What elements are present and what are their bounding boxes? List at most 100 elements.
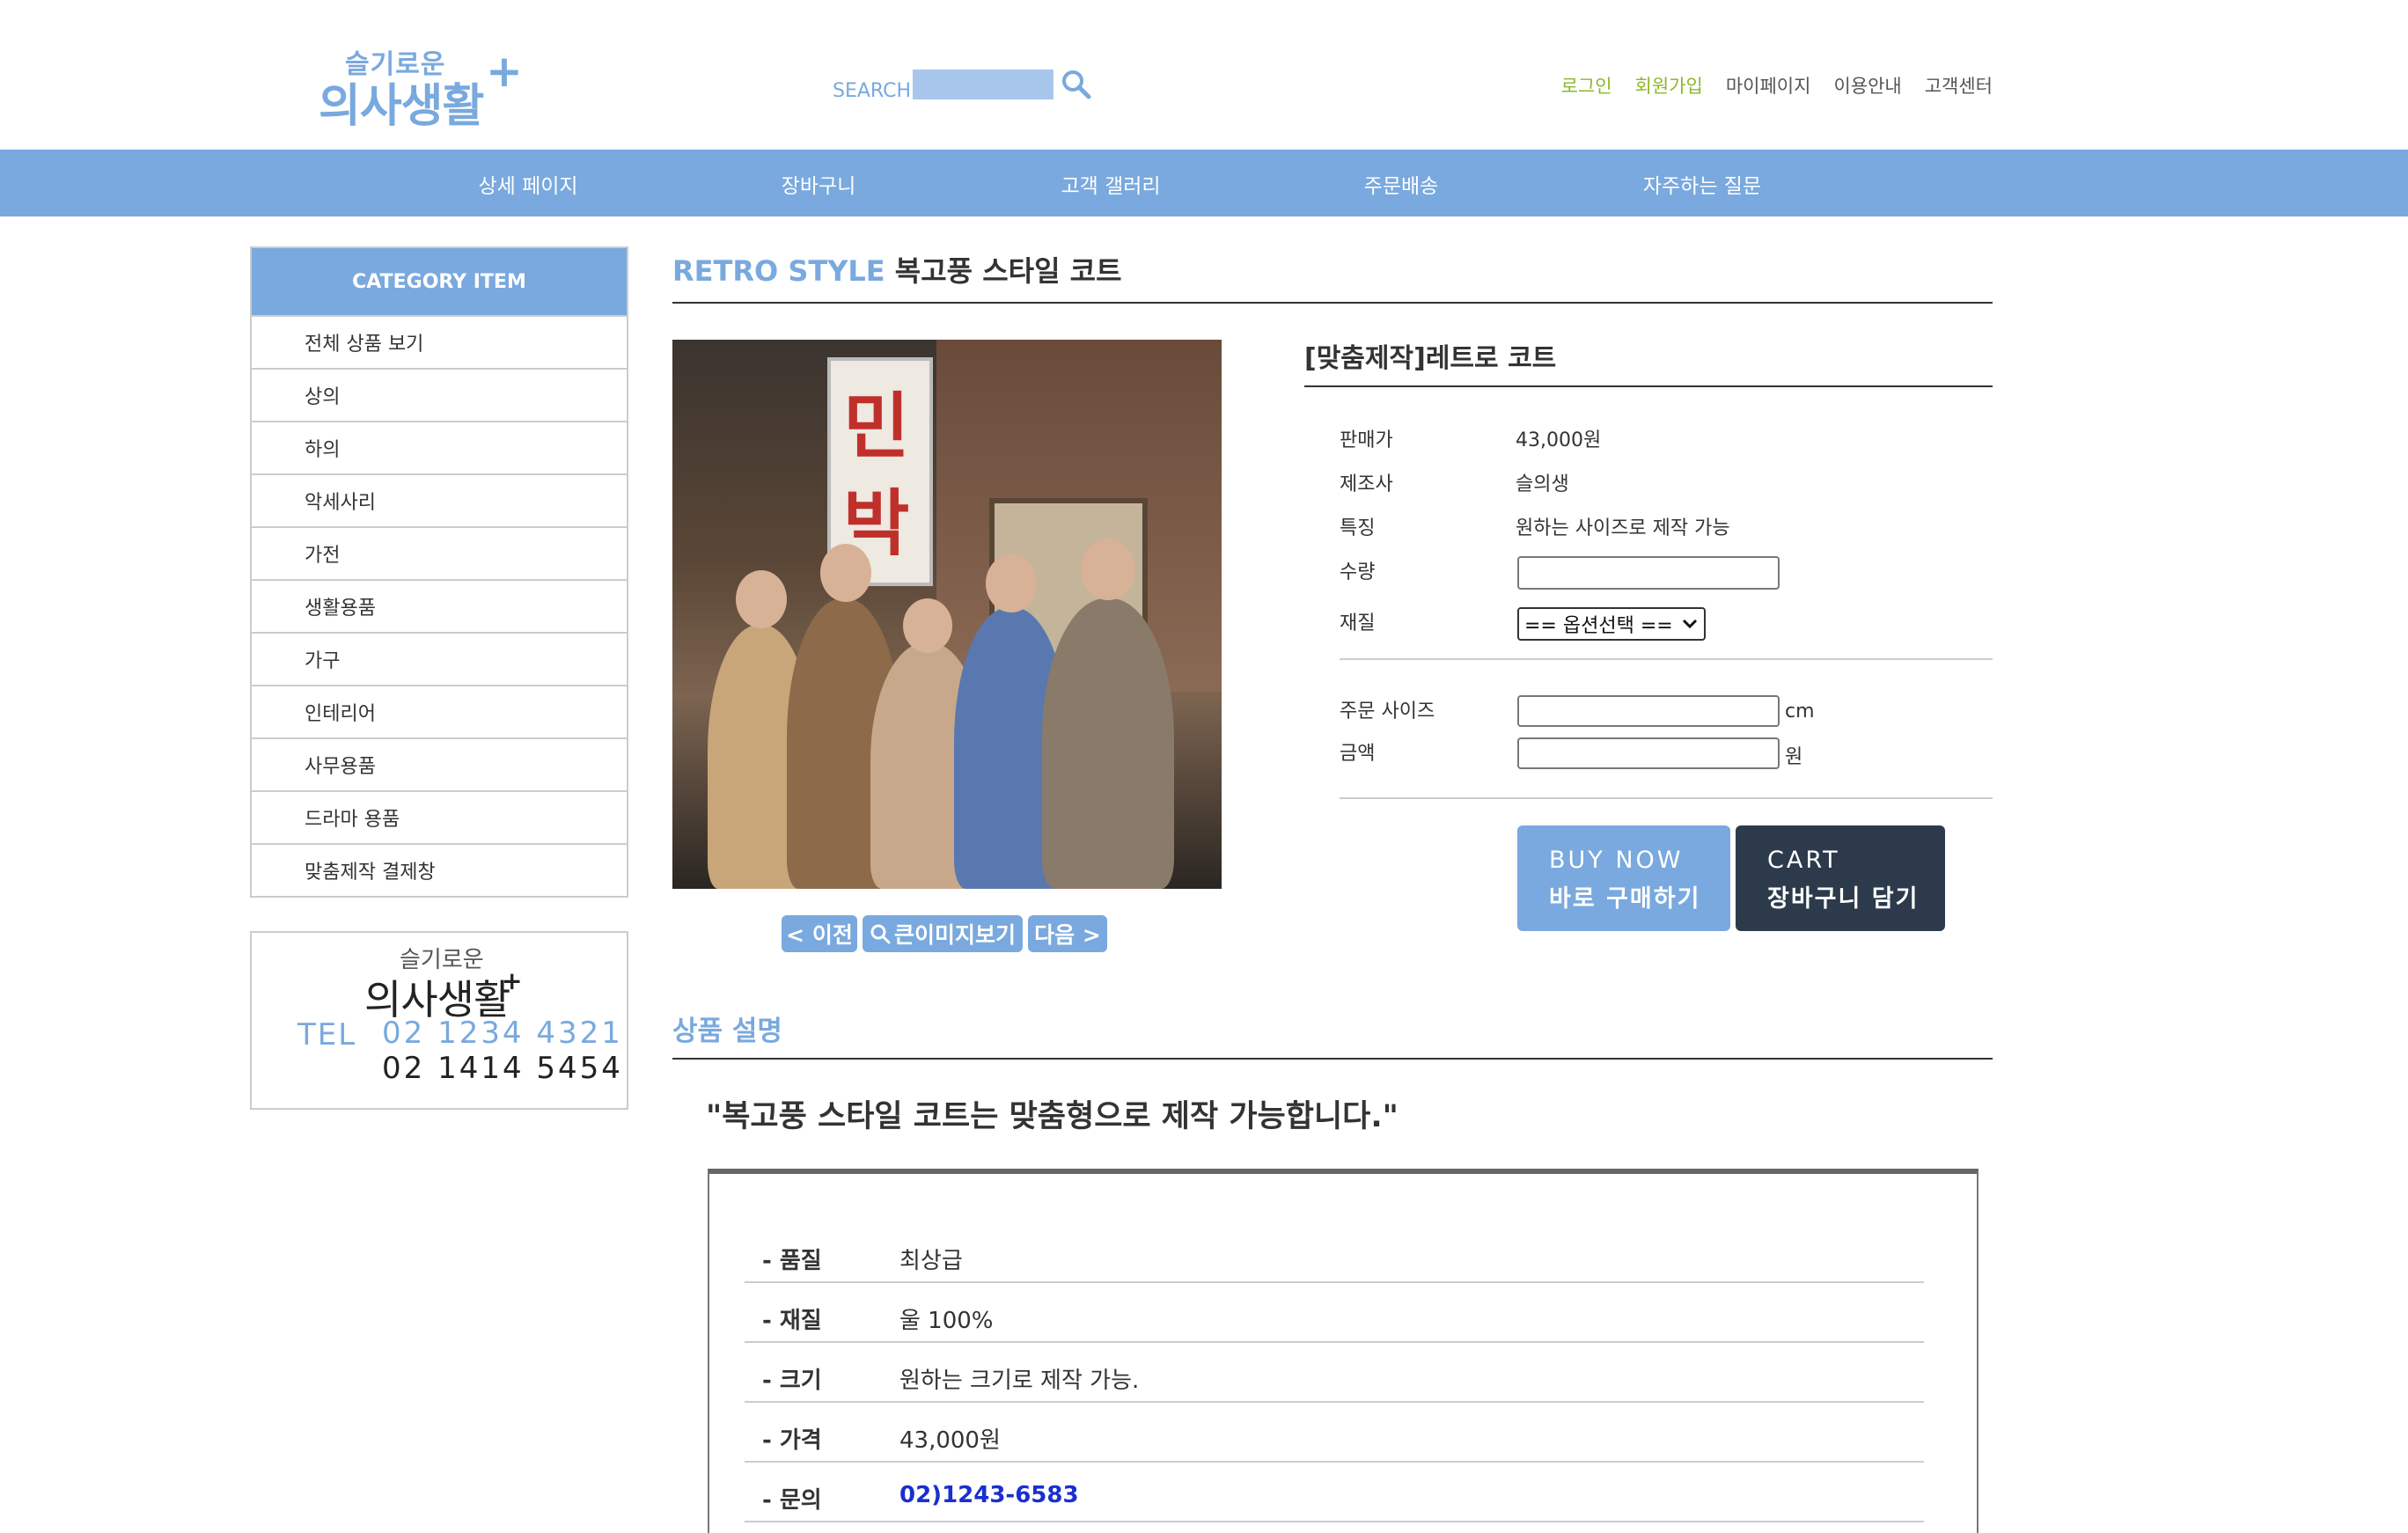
photo-person-5: [1042, 598, 1174, 889]
product-name: [맞춤제작]레트로 코트: [1304, 343, 1557, 374]
amount-input[interactable]: [1517, 737, 1780, 769]
nav-detail-page[interactable]: 상세 페이지: [478, 169, 577, 199]
detail-row-inquiry: - 문의 02)1243-6583: [745, 1463, 1924, 1522]
buy-now-button[interactable]: BUY NOW 바로 구매하기: [1517, 825, 1730, 931]
photo-person-5-head: [1081, 539, 1135, 600]
mypage-link[interactable]: 마이페이지: [1726, 72, 1811, 99]
search-input[interactable]: [913, 70, 1054, 99]
detail-row-material: - 재질 울 100%: [745, 1283, 1924, 1343]
guide-link[interactable]: 이용안내: [1833, 72, 1901, 99]
description-divider: [672, 1058, 1993, 1060]
spec-label-feature: 특징: [1340, 517, 1376, 539]
logo-plus: +: [486, 46, 523, 97]
category-item-furniture[interactable]: 가구: [252, 632, 627, 685]
contact-banner: 슬기로운 의사생활 + TEL 02 1234 4321 02 1414 545…: [250, 931, 628, 1110]
spec-label-price: 판매가: [1340, 429, 1393, 451]
site-header: 슬기로운 의사생활 + SEARCH 로그인 회원가입 마이페이지 이용안내 고…: [0, 0, 2408, 150]
category-item-drama[interactable]: 드라마 용품: [252, 790, 627, 843]
category-item-all[interactable]: 전체 상품 보기: [252, 315, 627, 368]
category-item-accessories[interactable]: 악세사리: [252, 473, 627, 526]
category-item-household[interactable]: 생활용품: [252, 579, 627, 632]
product-image[interactable]: 민 박: [672, 340, 1222, 889]
contact-logo-plus: +: [502, 966, 523, 995]
product-name-divider: [1304, 385, 1993, 387]
nav-gallery[interactable]: 고객 갤러리: [1061, 169, 1160, 199]
order-size-label: 주문 사이즈: [1340, 700, 1435, 722]
image-controls: < 이전 큰이미지보기 다음 >: [782, 915, 1107, 952]
detail-value: 원하는 크기로 제작 가능.: [899, 1368, 1140, 1394]
title-divider: [672, 302, 1993, 304]
category-item-interior[interactable]: 인테리어: [252, 685, 627, 737]
photo-sign-char-1: 민: [843, 385, 910, 469]
main-nav: 상세 페이지 장바구니 고객 갤러리 주문배송 자주하는 질문: [0, 150, 2408, 216]
chevron-down-icon: [1682, 619, 1697, 629]
search-bar: SEARCH: [833, 63, 1094, 106]
page-title: RETRO STYLE 복고풍 스타일 코트: [672, 249, 1122, 290]
detail-key: - 문의: [762, 1487, 822, 1514]
detail-key: - 재질: [762, 1308, 822, 1334]
page-title-accent: RETRO STYLE: [672, 254, 885, 288]
top-links: 로그인 회원가입 마이페이지 이용안내 고객센터: [1561, 72, 1993, 99]
zoom-image-button[interactable]: 큰이미지보기: [863, 915, 1023, 952]
customer-center-link[interactable]: 고객센터: [1925, 72, 1993, 99]
category-item-appliances[interactable]: 가전: [252, 526, 627, 579]
detail-value: 43,000원: [899, 1427, 1001, 1454]
prev-image-button[interactable]: < 이전: [782, 915, 857, 952]
spec-label-quantity: 수량: [1340, 561, 1376, 583]
buy-now-label-ko: 바로 구매하기: [1549, 885, 1701, 913]
category-item-custom-payment[interactable]: 맞춤제작 결제창: [252, 843, 627, 896]
detail-table: - 품질 최상급 - 재질 울 100% - 크기 원하는 크기로 제작 가능.…: [708, 1169, 1979, 1533]
category-item-bottoms[interactable]: 하의: [252, 421, 627, 473]
next-image-button[interactable]: 다음 >: [1028, 915, 1107, 952]
cart-label-ko: 장바구니 담기: [1767, 885, 1920, 913]
zoom-image-label: 큰이미지보기: [893, 922, 1016, 948]
description-quote: "복고풍 스타일 코트는 맞춤형으로 제작 가능합니다.": [706, 1099, 1399, 1134]
order-size-input[interactable]: [1517, 695, 1780, 727]
description-title: 상품 설명: [672, 1016, 782, 1047]
logo-main-text: 의사생활: [319, 80, 484, 133]
spec-label-material: 재질: [1340, 612, 1376, 634]
detail-key: - 품질: [762, 1248, 822, 1274]
search-icon[interactable]: [1059, 67, 1094, 102]
amount-label: 금액: [1340, 743, 1376, 765]
tel-label: TEL: [297, 1017, 357, 1053]
phone-number-1: 02 1234 4321: [382, 1016, 623, 1051]
magnifier-icon: [870, 924, 891, 944]
category-item-tops[interactable]: 상의: [252, 368, 627, 421]
material-select[interactable]: == 옵션선택 ==: [1517, 607, 1706, 641]
add-to-cart-button[interactable]: CART 장바구니 담기: [1736, 825, 1945, 931]
phone-number-2: 02 1414 5454: [382, 1051, 623, 1086]
detail-row-price: - 가격 43,000원: [745, 1403, 1924, 1463]
detail-value: 울 100%: [899, 1308, 994, 1334]
nav-faq[interactable]: 자주하는 질문: [1643, 169, 1761, 199]
quantity-input[interactable]: [1517, 556, 1780, 590]
cart-label-en: CART: [1767, 847, 1840, 874]
detail-key: - 크기: [762, 1368, 822, 1394]
search-label: SEARCH: [833, 79, 912, 102]
nav-order-delivery[interactable]: 주문배송: [1364, 169, 1439, 199]
spec-label-maker: 제조사: [1340, 473, 1393, 495]
category-menu: CATEGORY ITEM 전체 상품 보기 상의 하의 악세사리 가전 생활용…: [250, 246, 628, 898]
login-link[interactable]: 로그인: [1561, 72, 1612, 99]
spec-value-price: 43,000원: [1516, 429, 1602, 451]
photo-person-1-head: [736, 570, 787, 628]
detail-row-size: - 크기 원하는 크기로 제작 가능.: [745, 1343, 1924, 1403]
spec-divider: [1340, 658, 1993, 660]
signup-link[interactable]: 회원가입: [1635, 72, 1703, 99]
photo-person-3-head: [903, 598, 952, 653]
order-divider: [1340, 797, 1993, 799]
inquiry-phone-link[interactable]: 02)1243-6583: [899, 1482, 1079, 1508]
amount-unit: 원: [1785, 746, 1803, 768]
order-size-unit: cm: [1785, 700, 1815, 722]
nav-cart[interactable]: 장바구니: [782, 169, 856, 199]
photo-person-4-head: [986, 554, 1037, 612]
site-logo[interactable]: 슬기로운 의사생활 +: [319, 40, 530, 133]
detail-row-quality: - 품질 최상급: [745, 1223, 1924, 1283]
category-item-office[interactable]: 사무용품: [252, 737, 627, 790]
category-title: CATEGORY ITEM: [252, 248, 627, 315]
detail-key: - 가격: [762, 1427, 822, 1454]
spec-value-maker: 슬의생: [1516, 473, 1569, 495]
spec-value-feature: 원하는 사이즈로 제작 가능: [1516, 517, 1730, 539]
page-title-text: 복고풍 스타일 코트: [894, 254, 1122, 288]
material-select-value: == 옵션선택 ==: [1524, 615, 1673, 637]
